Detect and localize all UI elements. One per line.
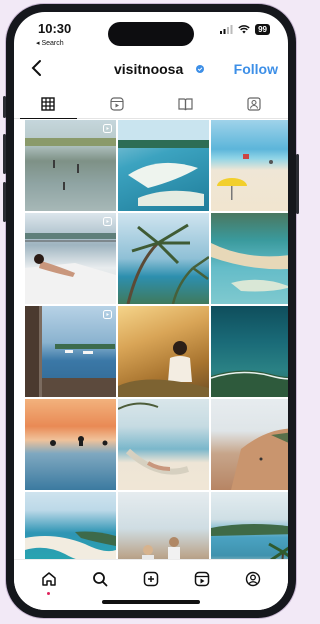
home-indicator[interactable] <box>102 600 200 604</box>
post-thumbnail <box>118 402 189 475</box>
post-thumbnail <box>25 138 116 190</box>
post-thumbnail <box>231 428 288 490</box>
follow-button[interactable]: Follow <box>234 61 278 77</box>
guides-book-icon <box>178 97 193 110</box>
volume-up-button <box>3 134 6 174</box>
post-tile[interactable] <box>118 399 209 490</box>
home-icon <box>42 572 57 586</box>
reels-icon <box>194 571 210 587</box>
post-tile[interactable] <box>25 399 116 490</box>
phone-frame: 10:30 ◂ Search 99 visitnoosa Follow <box>3 4 299 618</box>
signal-icon <box>220 25 233 34</box>
post-tile[interactable] <box>25 213 116 304</box>
status-bar: 10:30 ◂ Search 99 <box>14 12 288 48</box>
post-tile[interactable] <box>25 120 116 211</box>
verified-badge-icon <box>196 65 204 73</box>
post-tile[interactable] <box>25 306 116 397</box>
post-thumbnail <box>118 341 209 397</box>
power-button <box>296 154 299 214</box>
back-arrow-icon[interactable] <box>28 58 46 78</box>
battery-icon: 99 <box>255 24 270 35</box>
profile-icon <box>245 571 260 587</box>
post-thumbnail <box>50 436 108 446</box>
post-thumbnail <box>25 306 116 397</box>
profile-tabs <box>14 90 288 119</box>
nav-search[interactable] <box>89 568 111 590</box>
post-tile[interactable] <box>211 120 288 211</box>
post-thumbnail <box>211 243 288 292</box>
back-to-search-link[interactable]: ◂ Search <box>36 39 64 47</box>
post-thumbnail <box>211 370 288 397</box>
volume-down-button <box>3 182 6 222</box>
search-icon <box>93 572 108 587</box>
nav-home[interactable] <box>38 568 60 595</box>
reel-icon <box>103 124 112 133</box>
mute-switch <box>3 96 6 118</box>
post-thumbnail <box>217 154 273 200</box>
notification-dot <box>47 592 51 595</box>
dynamic-island <box>108 22 194 46</box>
profile-username: visitnoosa <box>114 61 184 77</box>
post-tile[interactable] <box>211 306 288 397</box>
nav-reels[interactable] <box>191 568 213 590</box>
post-tile[interactable] <box>118 120 209 211</box>
post-tile[interactable] <box>118 213 209 304</box>
post-thumbnail <box>118 120 209 206</box>
post-tile[interactable] <box>118 306 209 397</box>
wifi-icon <box>238 25 250 34</box>
reels-icon <box>110 97 124 111</box>
reel-icon <box>103 217 112 226</box>
create-icon <box>143 571 159 587</box>
reel-icon <box>103 310 112 319</box>
status-time: 10:30 <box>38 21 72 36</box>
post-thumbnail <box>126 223 209 304</box>
screen: 10:30 ◂ Search 99 visitnoosa Follow <box>14 12 288 610</box>
nav-create[interactable] <box>140 568 162 590</box>
bottom-navigation <box>14 559 288 610</box>
profile-header: visitnoosa Follow <box>14 54 288 84</box>
tab-reels[interactable] <box>83 90 152 118</box>
grid-icon <box>41 97 55 111</box>
tab-tagged[interactable] <box>220 90 289 118</box>
tagged-person-icon <box>247 97 261 111</box>
post-tile[interactable] <box>211 213 288 304</box>
tab-posts-grid[interactable] <box>14 90 83 119</box>
post-tile[interactable] <box>211 399 288 490</box>
tab-guides[interactable] <box>151 90 220 118</box>
nav-profile[interactable] <box>242 568 264 590</box>
posts-grid <box>25 120 288 583</box>
post-thumbnail <box>25 233 116 304</box>
status-indicators: 99 <box>220 24 270 35</box>
